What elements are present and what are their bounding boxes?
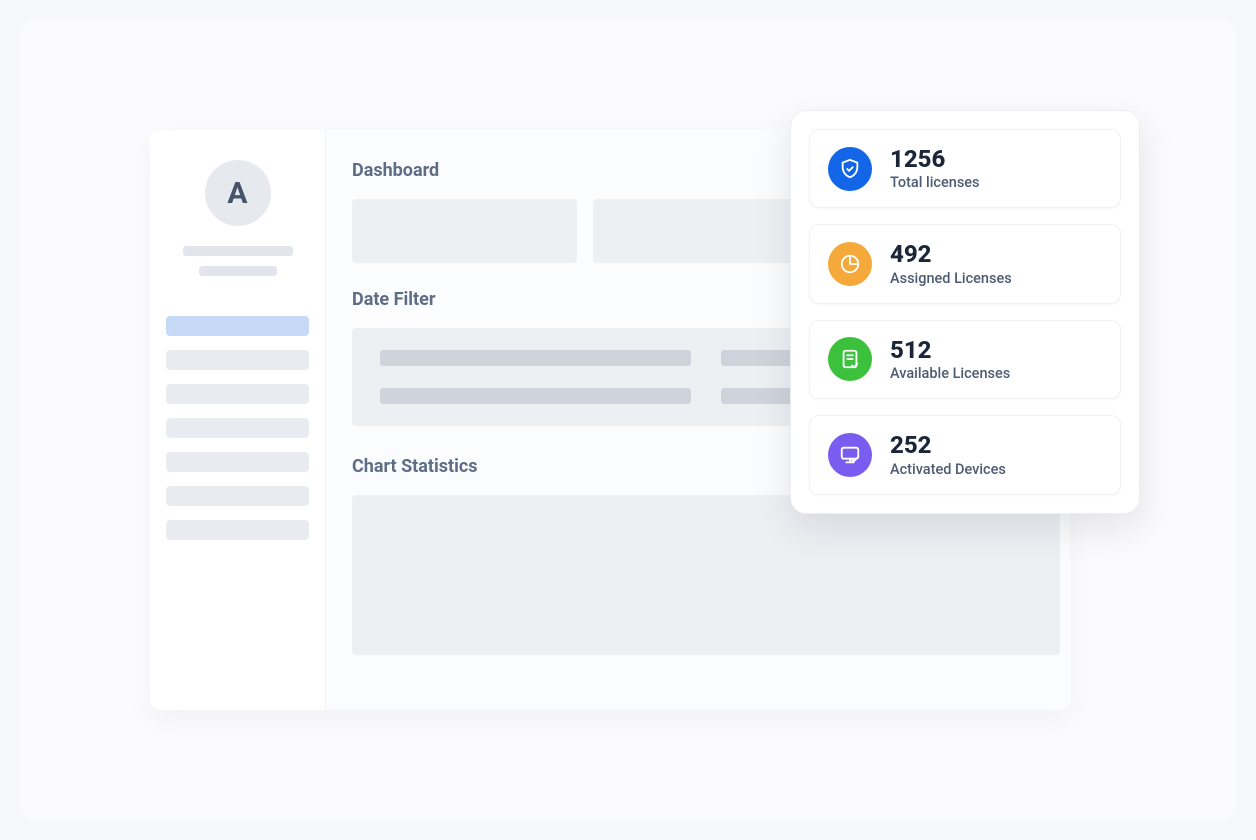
- sidebar-item[interactable]: [166, 418, 309, 438]
- sidebar-item[interactable]: [166, 486, 309, 506]
- avatar[interactable]: A: [205, 160, 271, 226]
- sidebar-item[interactable]: [166, 384, 309, 404]
- monitor-check-icon: [828, 433, 872, 477]
- stat-label: Available Licenses: [890, 365, 1010, 382]
- pie-chart-icon: [828, 242, 872, 286]
- stat-label: Total licenses: [890, 174, 980, 191]
- sidebar-item[interactable]: [166, 520, 309, 540]
- sidebar-item[interactable]: [166, 452, 309, 472]
- chart-panel: [352, 495, 1060, 655]
- stat-value: 1256: [890, 146, 980, 172]
- stat-card-activated-devices[interactable]: 252 Activated Devices: [809, 415, 1121, 494]
- stat-card-available-licenses[interactable]: 512 Available Licenses: [809, 320, 1121, 399]
- stat-card-assigned-licenses[interactable]: 492 Assigned Licenses: [809, 224, 1121, 303]
- app-canvas: A Dashboard Date Filter: [20, 20, 1236, 820]
- sidebar: A: [150, 130, 326, 710]
- stats-popover: 1256 Total licenses 492 Assigned License…: [790, 110, 1140, 514]
- placeholder-card: [352, 199, 577, 263]
- stat-value: 252: [890, 432, 1006, 458]
- shield-check-icon: [828, 147, 872, 191]
- placeholder-line: [199, 266, 277, 276]
- placeholder-bar: [380, 350, 691, 366]
- stat-value: 512: [890, 337, 1010, 363]
- stat-label: Assigned Licenses: [890, 270, 1012, 287]
- stat-value: 492: [890, 241, 1012, 267]
- placeholder-line: [183, 246, 293, 256]
- sidebar-item[interactable]: [166, 350, 309, 370]
- placeholder-bar: [380, 388, 691, 404]
- placeholder-card: [593, 199, 818, 263]
- sidebar-item[interactable]: [166, 316, 309, 336]
- stat-card-total-licenses[interactable]: 1256 Total licenses: [809, 129, 1121, 208]
- avatar-initial: A: [227, 176, 247, 211]
- document-check-icon: [828, 337, 872, 381]
- stat-label: Activated Devices: [890, 461, 1006, 478]
- sidebar-nav: [166, 316, 309, 540]
